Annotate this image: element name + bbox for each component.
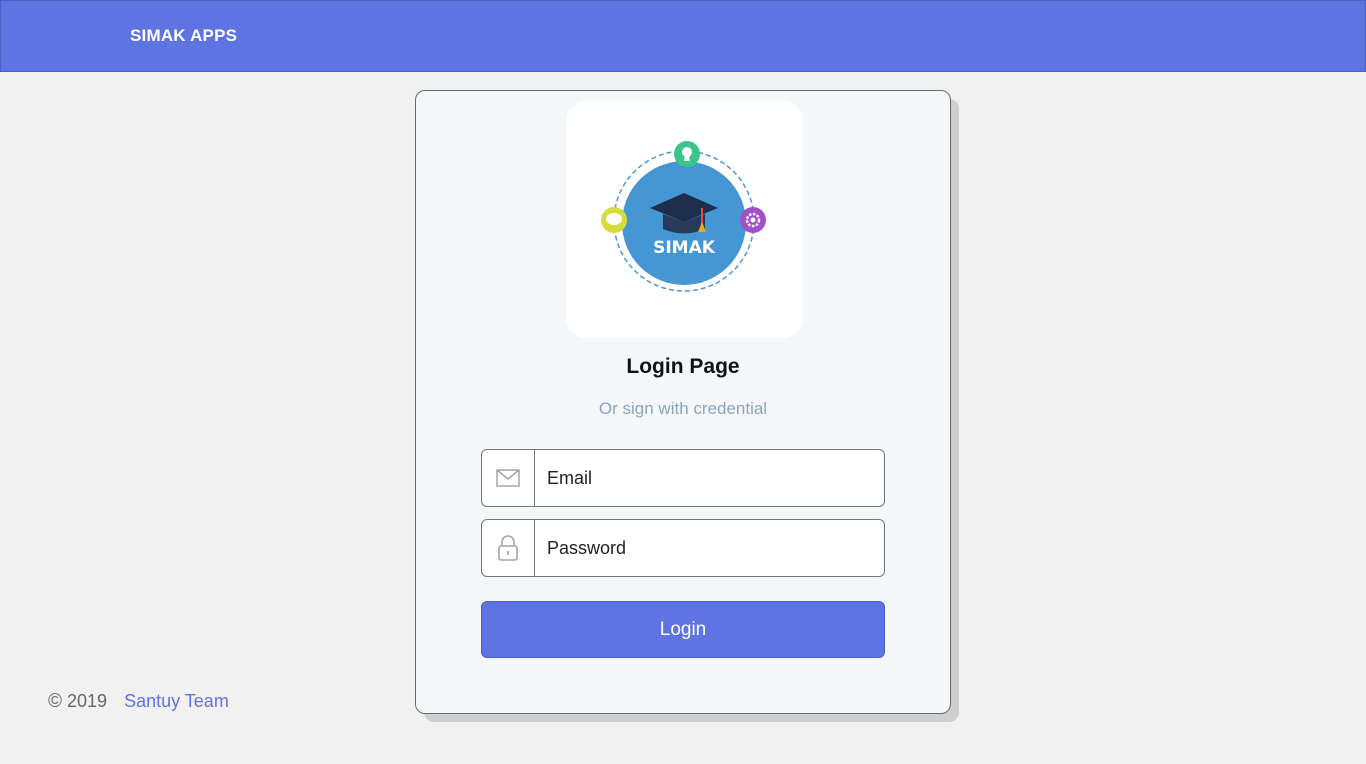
brand-title[interactable]: SIMAK APPS [130, 26, 237, 46]
footer: © 2019 Santuy Team [48, 691, 229, 713]
top-navbar: SIMAK APPS [0, 0, 1366, 72]
email-addon [482, 450, 535, 506]
password-input[interactable] [535, 520, 877, 576]
lock-icon [498, 535, 518, 561]
envelope-icon [496, 469, 520, 487]
page-title: Login Page [626, 355, 740, 378]
login-button[interactable]: Login [481, 601, 885, 658]
copyright-year: 2019 [67, 691, 108, 711]
email-input[interactable] [535, 450, 877, 506]
email-field-group [481, 449, 885, 507]
password-field-group [481, 519, 885, 577]
svg-text:SIMAK: SIMAK [653, 238, 716, 258]
password-addon [482, 520, 535, 576]
copyright-symbol: © [48, 691, 62, 712]
subtitle-text: Or sign with credential [598, 399, 768, 418]
team-link[interactable]: Santuy Team [124, 691, 229, 711]
login-card: SIMAK Login Page Or sign with credential [415, 90, 951, 714]
logo-container: SIMAK [566, 101, 803, 338]
simak-graduation-logo-icon: SIMAK [601, 141, 766, 292]
